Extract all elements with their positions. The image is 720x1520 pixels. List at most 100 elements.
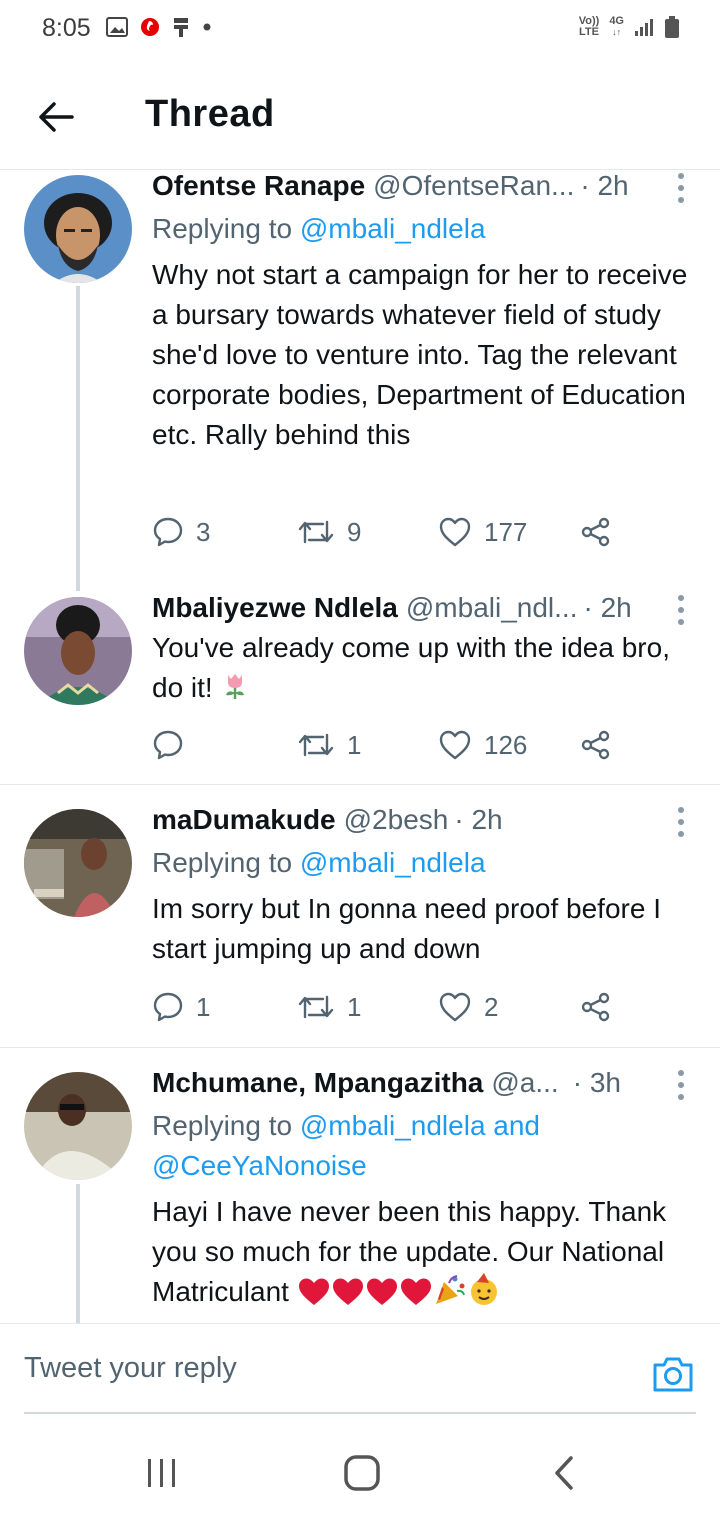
share-icon — [581, 517, 610, 547]
back-nav-icon[interactable] — [545, 1453, 585, 1493]
mention-link[interactable]: @mbali_ndlela — [300, 213, 486, 244]
reply-icon — [153, 730, 183, 760]
signal-icon — [635, 19, 653, 36]
like-count: 2 — [484, 991, 499, 1022]
share-button[interactable] — [580, 985, 612, 1029]
camera-icon[interactable] — [652, 1354, 694, 1394]
author-name[interactable]: Ofentse Ranape — [152, 171, 365, 202]
author-handle[interactable]: @OfentseRan... — [373, 171, 574, 202]
heart-icon — [439, 992, 471, 1022]
like-count: 126 — [484, 729, 528, 760]
replying-prefix: Replying to — [152, 847, 293, 878]
share-icon — [581, 992, 610, 1022]
tweet-3[interactable]: maDumakude @2besh · 2h Replying to @mbal… — [0, 785, 720, 1048]
system-icons: Vo)) LTE 4G ↓↑ — [579, 15, 680, 39]
reply-icon — [153, 517, 183, 547]
author-handle[interactable]: @mbali_ndl... — [406, 592, 578, 624]
emoji-row — [297, 1273, 501, 1307]
reply-count: 1 — [196, 991, 211, 1022]
heart-icon — [439, 517, 471, 547]
recent-apps-icon[interactable] — [142, 1453, 182, 1493]
system-nav-bar — [0, 1415, 720, 1520]
replying-to: Replying to @mbali_ndlela — [152, 843, 696, 883]
status-time: 8:05 — [42, 14, 91, 42]
replying-to: Replying to @mbali_ndlela — [152, 209, 696, 249]
tweet-header: Mchumane, Mpangazitha @a... · 3h — [152, 1063, 700, 1103]
mention-link-2[interactable]: @CeeYaNonoise — [152, 1150, 367, 1181]
party-popper-emoji-icon — [435, 1275, 465, 1304]
reply-button[interactable]: 1 — [152, 985, 210, 1029]
tulip-emoji-icon — [226, 674, 245, 699]
avatar[interactable] — [24, 597, 132, 705]
reply-button[interactable] — [152, 723, 196, 767]
vodafone-icon — [141, 18, 159, 36]
network-indicator: 4G ↓↑ — [609, 15, 624, 38]
thread-line — [76, 286, 80, 591]
avatar[interactable] — [24, 1072, 132, 1180]
heart-icon — [439, 730, 471, 760]
more-options-icon[interactable] — [676, 1068, 686, 1102]
red-heart-emoji-icon — [298, 1278, 329, 1305]
mention-link[interactable]: @mbali_ndlela — [300, 847, 486, 878]
tweet-actions: 3 9 177 — [152, 510, 622, 554]
notification-icons — [106, 16, 212, 38]
retweet-icon — [298, 995, 334, 1019]
back-arrow-icon[interactable] — [34, 94, 80, 140]
reply-composer — [0, 1323, 720, 1415]
retweet-icon — [298, 733, 334, 757]
avatar[interactable] — [24, 175, 132, 283]
tweet-time: · 2h — [580, 171, 629, 201]
tweet-text: Im sorry but In gonna need proof before … — [152, 893, 661, 964]
more-options-icon[interactable] — [676, 593, 686, 627]
retweet-icon — [298, 520, 334, 544]
gallery-icon — [106, 17, 128, 37]
battery-icon — [665, 16, 679, 38]
tweet-text: You've already come up with the idea bro… — [152, 628, 696, 708]
tweet-actions: 1 126 — [152, 723, 622, 767]
tweet-header: Mbaliyezwe Ndlela @mbali_ndl... · 2h — [152, 588, 700, 628]
tweet-1[interactable]: Ofentse Ranape @OfentseRan... · 2h Reply… — [0, 171, 720, 591]
reply-input[interactable] — [24, 1324, 696, 1414]
reply-button[interactable]: 3 — [152, 510, 210, 554]
share-button[interactable] — [580, 510, 612, 554]
volte-indicator: Vo)) LTE — [579, 16, 600, 38]
retweet-count: 1 — [347, 991, 362, 1022]
tweet-2[interactable]: Mbaliyezwe Ndlela @mbali_ndl... · 2h You… — [0, 588, 720, 785]
share-button[interactable] — [580, 723, 612, 767]
more-options-icon[interactable] — [676, 171, 686, 205]
app-bar: Thread — [0, 60, 720, 170]
retweet-button[interactable]: 1 — [297, 985, 361, 1029]
tweet-4[interactable]: Mchumane, Mpangazitha @a... · 3h Replyin… — [0, 1048, 720, 1323]
author-name[interactable]: Mchumane, Mpangazitha — [152, 1067, 483, 1099]
retweet-button[interactable]: 9 — [297, 510, 361, 554]
like-button[interactable]: 177 — [438, 510, 527, 554]
author-handle[interactable]: @a... — [491, 1067, 558, 1099]
home-icon[interactable] — [342, 1453, 382, 1493]
mention-link[interactable]: @mbali_ndlela and — [300, 1110, 540, 1141]
page-title: Thread — [145, 93, 275, 135]
author-handle[interactable]: @2besh — [344, 804, 449, 836]
author-name[interactable]: maDumakude — [152, 804, 336, 836]
tweet-text: Hayi I have never been this happy. Thank… — [152, 1192, 696, 1312]
lte-label: LTE — [579, 26, 599, 38]
partying-face-emoji-icon — [470, 1273, 497, 1305]
retweet-count: 1 — [347, 729, 362, 760]
network-label: 4G — [609, 15, 624, 27]
tweet-time: · 3h — [572, 1067, 621, 1098]
red-heart-emoji-icon — [332, 1278, 363, 1305]
avatar[interactable] — [24, 809, 132, 917]
red-heart-emoji-icon — [366, 1278, 397, 1305]
author-name[interactable]: Mbaliyezwe Ndlela — [152, 592, 398, 624]
red-heart-emoji-icon — [400, 1278, 431, 1305]
retweet-button[interactable]: 1 — [297, 723, 361, 767]
more-options-icon[interactable] — [676, 805, 686, 839]
like-button[interactable]: 126 — [438, 723, 527, 767]
tweet-actions: 1 1 2 — [152, 985, 622, 1029]
thread-feed[interactable]: Ofentse Ranape @OfentseRan... · 2h Reply… — [0, 171, 720, 1323]
thread-line — [76, 1184, 80, 1323]
tweet-header: Ofentse Ranape @OfentseRan... · 2h — [152, 171, 700, 206]
retweet-count: 9 — [347, 516, 362, 547]
like-button[interactable]: 2 — [438, 985, 498, 1029]
tweet-header: maDumakude @2besh · 2h — [152, 800, 700, 840]
dot-icon — [203, 23, 211, 31]
